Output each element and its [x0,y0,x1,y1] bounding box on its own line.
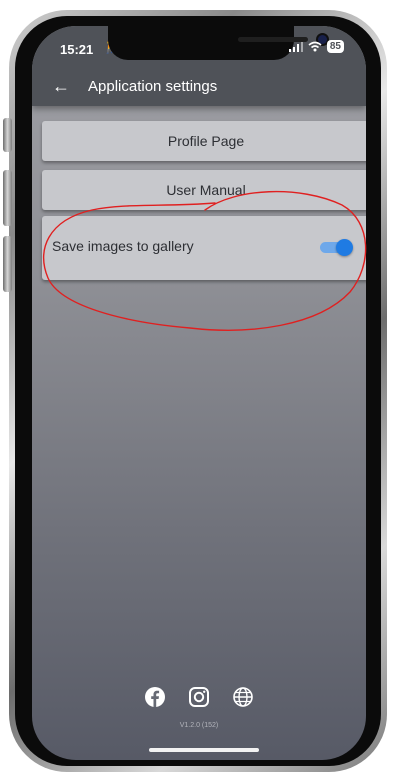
battery-indicator: 85 [326,40,344,53]
page-title: Application settings [88,78,218,95]
home-indicator[interactable] [149,748,259,752]
status-time: 15:21 [60,42,94,57]
notch [108,26,327,60]
wifi-icon [308,41,322,52]
instagram-icon[interactable] [188,686,210,708]
profile-page-label: Profile Page [167,133,245,149]
app-version: V1.2.0 (152) [179,722,219,729]
facebook-icon[interactable] [144,686,166,708]
back-arrow-icon[interactable]: ← [52,76,70,96]
phone-side-button [3,118,12,152]
globe-icon[interactable] [232,686,254,708]
toggle-thumb [336,239,353,256]
save-images-toggle[interactable] [320,238,353,256]
phone-side-button [3,170,12,226]
profile-page-button[interactable]: Profile Page [42,121,366,161]
save-images-label: Save images to gallery [52,238,194,254]
app-screen: 15:21 🚶 85 ← Application settings Profil… [32,26,366,760]
app-header: 15:21 🚶 85 ← Application settings [32,26,366,106]
status-icons: 85 [288,40,344,53]
user-manual-label: User Manual [166,182,246,198]
phone-side-button [3,236,12,292]
save-images-setting: Save images to gallery [42,216,366,280]
social-links [32,686,366,708]
user-manual-button[interactable]: User Manual [42,170,366,210]
signal-icon [288,41,303,52]
